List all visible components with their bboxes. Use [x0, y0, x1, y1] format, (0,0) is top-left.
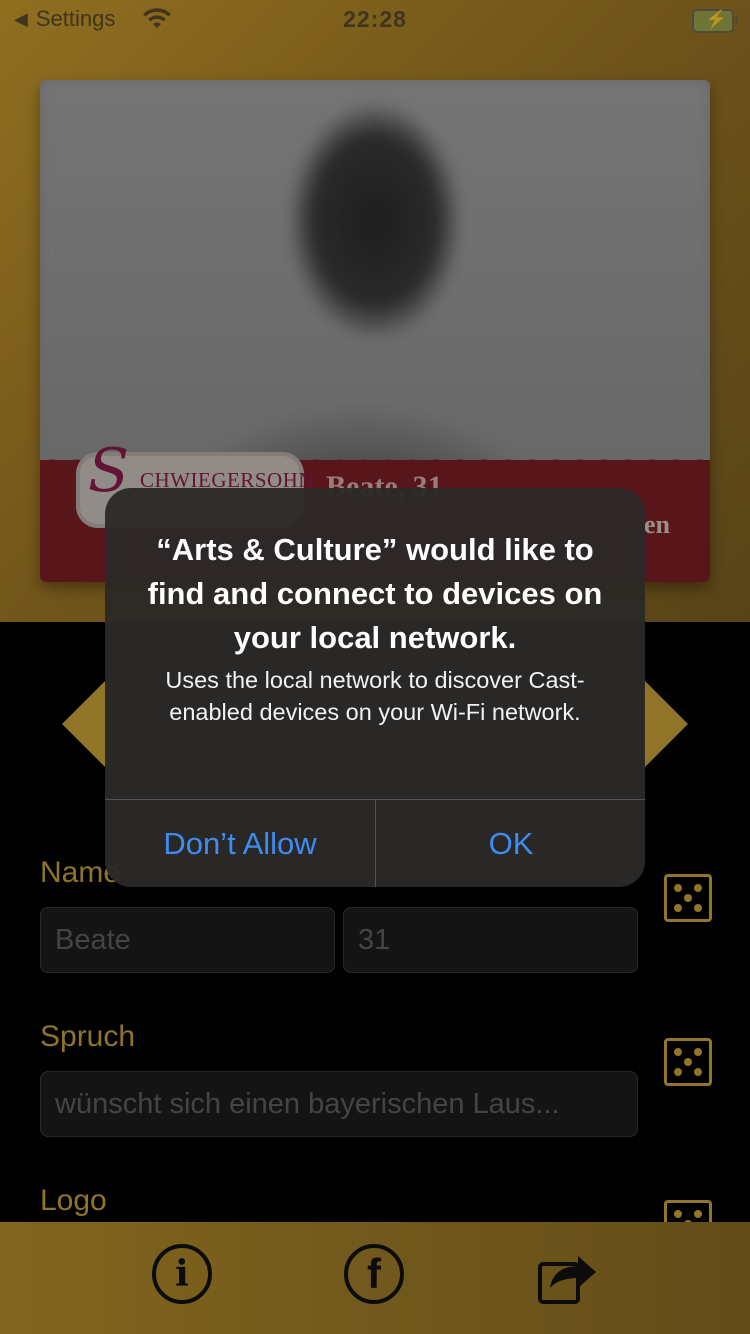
local-network-permission-alert: “Arts & Culture” would like to find and …: [105, 488, 645, 887]
alert-title: “Arts & Culture” would like to find and …: [147, 532, 603, 655]
alert-message: Uses the local network to discover Cast-…: [165, 667, 585, 725]
dont-allow-button[interactable]: Don’t Allow: [105, 800, 375, 887]
ok-button[interactable]: OK: [376, 800, 645, 887]
